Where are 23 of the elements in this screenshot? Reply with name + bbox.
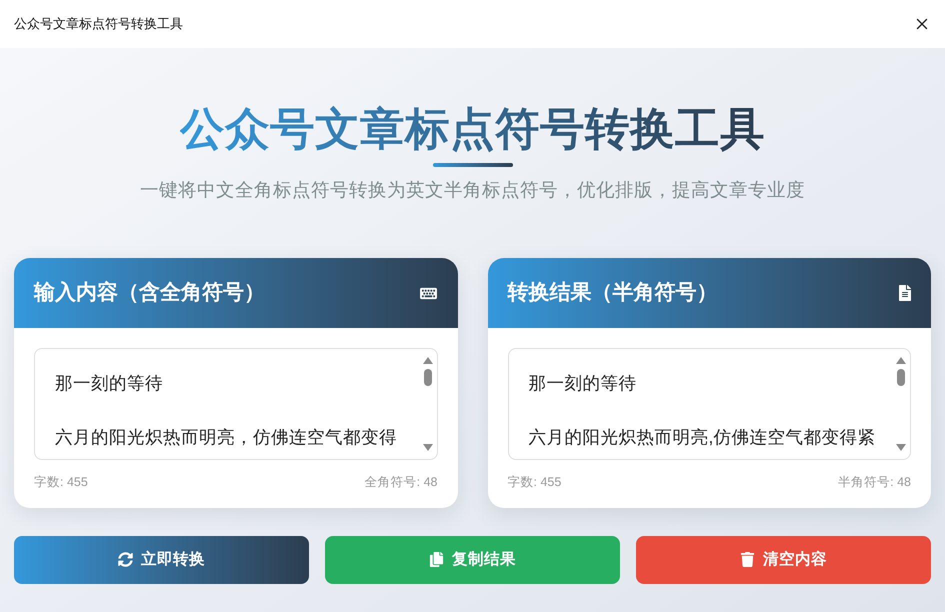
- panel-title: 转换结果（半角符号）: [508, 280, 718, 306]
- output-textarea[interactable]: 那一刻的等待 六月的阳光炽热而明亮,仿佛连空气都变得紧: [508, 348, 911, 460]
- keyboard-icon: [418, 286, 438, 300]
- page-subtitle: 一键将中文全角标点符号转换为英文半角标点符号，优化排版，提高文章专业度: [140, 178, 805, 202]
- scrollbar-thumb[interactable]: [424, 369, 432, 386]
- scroll-up-arrow-icon[interactable]: [896, 357, 906, 364]
- convert-button[interactable]: 立即转换: [14, 536, 309, 584]
- clear-button[interactable]: 清空内容: [636, 536, 931, 584]
- symbol-count: 全角符号: 48: [364, 474, 438, 491]
- scrollbar-thumb[interactable]: [897, 369, 905, 386]
- scroll-up-arrow-icon[interactable]: [422, 357, 432, 364]
- window-title: 公众号文章标点符号转换工具: [14, 15, 183, 34]
- character-count: 字数: 455: [508, 474, 562, 491]
- scroll-down-arrow-icon[interactable]: [896, 444, 906, 451]
- refresh-icon: [118, 552, 133, 568]
- input-textarea[interactable]: 那一刻的等待 六月的阳光炽热而明亮，仿佛连空气都变得: [34, 348, 438, 460]
- document-icon: [899, 285, 911, 301]
- trash-icon: [740, 552, 755, 568]
- symbol-count: 半角符号: 48: [838, 474, 911, 491]
- copy-icon: [429, 552, 444, 568]
- character-count: 字数: 455: [34, 474, 88, 491]
- scroll-down-arrow-icon[interactable]: [422, 444, 432, 451]
- panel-title: 输入内容（含全角符号）: [34, 280, 265, 306]
